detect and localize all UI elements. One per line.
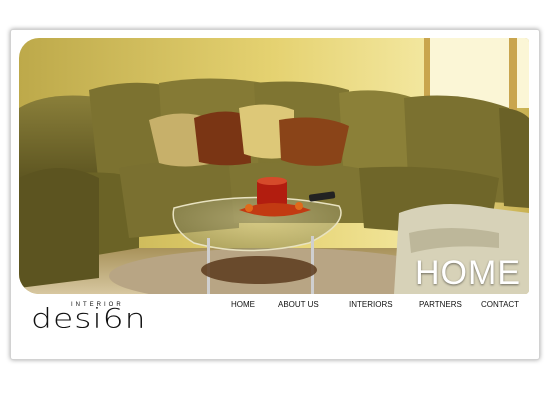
hero-banner: HOME [19,38,529,294]
main-nav: HOME ABOUT US INTERIORS PARTNERS CONTACT [11,300,539,316]
hero-title: HOME [415,254,521,292]
nav-partners[interactable]: PARTNERS [419,300,462,309]
site-frame: HOME INTERIOR desi6n HOME ABOUT US INTER… [10,29,540,360]
nav-contact[interactable]: CONTACT [481,300,519,309]
nav-home[interactable]: HOME [231,300,255,309]
nav-interiors[interactable]: INTERIORS [349,300,393,309]
nav-about-us[interactable]: ABOUT US [278,300,319,309]
